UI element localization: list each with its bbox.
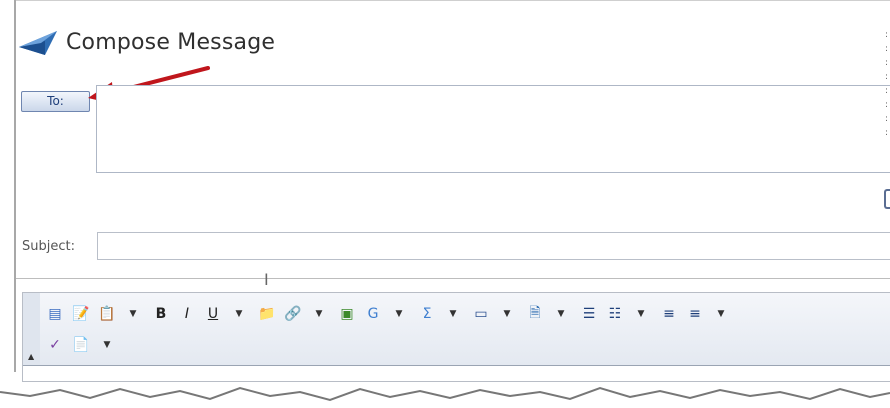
divider: [16, 278, 890, 279]
toolbar-row-1: ▤ 📝 📋 ▼ B I U ▼ 📁 🔗 ▼ ▣ G ▼ Σ ▼ ▭ ▼ 🗎 ▼ ☰ ☷ ▼ ≡ ≡ ▼: [44, 300, 738, 328]
special-char-button[interactable]: G: [362, 303, 384, 325]
compose-window: Compose Message To: :::::::: Subject: I …: [0, 0, 890, 408]
bold-button[interactable]: B: [150, 303, 172, 325]
align-center-button[interactable]: ≡: [684, 303, 706, 325]
folder-button[interactable]: 📁: [256, 303, 278, 325]
table-button[interactable]: ▭: [470, 303, 492, 325]
address-book-button[interactable]: [884, 189, 890, 209]
source-button[interactable]: ▤: [44, 303, 66, 325]
image-icon: ▣: [340, 306, 354, 322]
window-border-left: [14, 0, 16, 372]
document-button[interactable]: 🗎: [524, 303, 546, 325]
toolbar-row-2: ✓ 📄 ▼: [44, 331, 124, 359]
paste-word-button[interactable]: 📋: [96, 303, 118, 325]
underline-button[interactable]: U: [202, 303, 224, 325]
sigma-button[interactable]: Σ: [416, 303, 438, 325]
subject-label: Subject:: [22, 239, 75, 254]
dropdown-arrow-icon[interactable]: ▼: [496, 303, 518, 325]
link-icon: 🔗: [284, 306, 302, 322]
toolbar-collapse-grip[interactable]: ▲: [23, 293, 40, 365]
numbered-list-button[interactable]: ☰: [578, 303, 600, 325]
editor-content-top: [23, 365, 890, 366]
special-char-icon: G: [367, 306, 379, 322]
align-left-icon: ≡: [663, 306, 675, 322]
collapse-icon: ▲: [28, 352, 35, 361]
dropdown-arrow-icon[interactable]: ▼: [388, 303, 410, 325]
sigma-icon: Σ: [422, 306, 432, 322]
italic-button[interactable]: I: [176, 303, 198, 325]
paste-word-icon: 📋: [98, 306, 116, 322]
dropdown-arrow-icon[interactable]: ▼: [710, 303, 732, 325]
recipients-field[interactable]: [96, 85, 890, 173]
to-button[interactable]: To:: [21, 91, 90, 112]
numbered-list-icon: ☰: [582, 306, 596, 322]
text-cursor-icon: I: [264, 270, 269, 289]
dropdown-arrow-icon[interactable]: ▼: [630, 303, 652, 325]
subject-input[interactable]: [97, 232, 890, 260]
spellcheck-button[interactable]: ✓: [44, 334, 66, 356]
page-title: Compose Message: [66, 30, 276, 55]
bullet-list-button[interactable]: ☷: [604, 303, 626, 325]
source-icon: ▤: [48, 306, 62, 322]
window-border-top: [14, 0, 890, 1]
scroll-edge: ::::::::: [885, 30, 889, 138]
paste-plain-icon: 📄: [72, 337, 90, 353]
document-icon: 🗎: [529, 305, 541, 321]
dropdown-arrow-icon[interactable]: ▼: [308, 303, 330, 325]
paste-text-button[interactable]: 📝: [70, 303, 92, 325]
italic-icon: I: [184, 306, 190, 322]
spellcheck-icon: ✓: [49, 337, 61, 353]
dropdown-arrow-icon[interactable]: ▼: [550, 303, 572, 325]
align-left-button[interactable]: ≡: [658, 303, 680, 325]
image-button[interactable]: ▣: [336, 303, 358, 325]
dropdown-arrow-icon[interactable]: ▼: [228, 303, 250, 325]
dropdown-arrow-icon[interactable]: ▼: [122, 303, 144, 325]
underline-icon: U: [207, 306, 219, 322]
torn-edge: [0, 386, 890, 408]
align-center-icon: ≡: [689, 306, 701, 322]
bold-icon: B: [155, 306, 167, 322]
table-icon: ▭: [474, 306, 488, 322]
bullet-list-icon: ☷: [608, 306, 622, 322]
folder-icon: 📁: [258, 306, 276, 322]
dropdown-arrow-icon[interactable]: ▼: [442, 303, 464, 325]
paste-plain-button[interactable]: 📄: [70, 334, 92, 356]
paste-text-icon: 📝: [72, 306, 90, 322]
link-button[interactable]: 🔗: [282, 303, 304, 325]
dropdown-arrow-icon[interactable]: ▼: [96, 334, 118, 356]
message-plane-icon: [19, 31, 57, 55]
